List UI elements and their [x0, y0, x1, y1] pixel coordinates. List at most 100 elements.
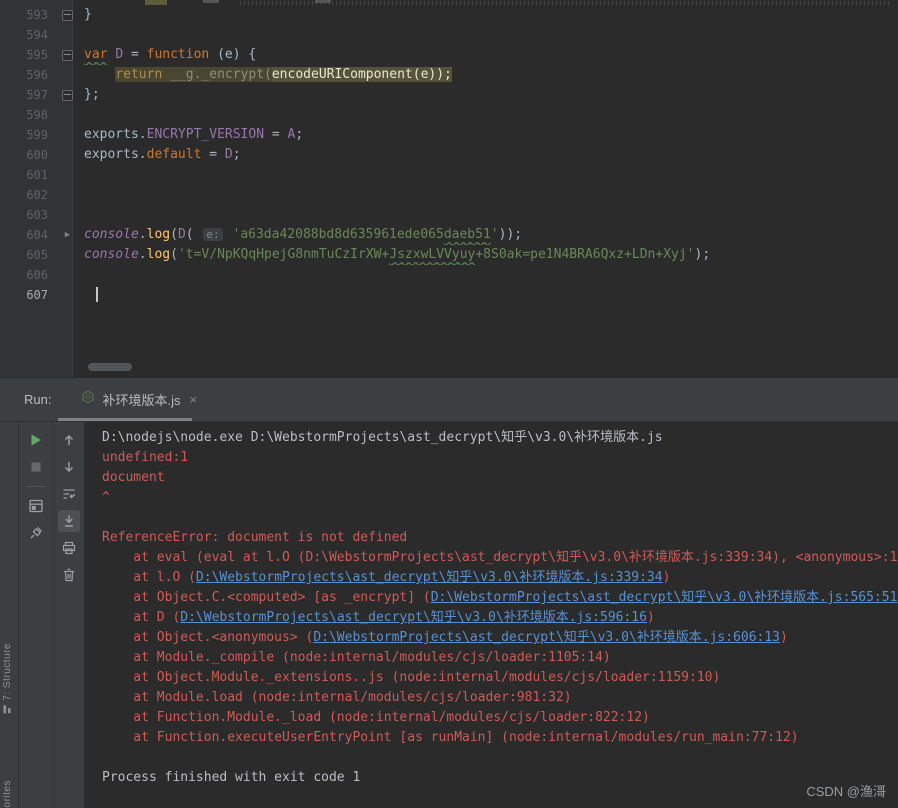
- editor-line[interactable]: 603: [0, 205, 898, 225]
- code-text[interactable]: [79, 185, 898, 205]
- code-text[interactable]: var D = function (e) {: [79, 45, 898, 65]
- run-line-marker-icon[interactable]: ▶: [65, 230, 70, 240]
- editor-line[interactable]: 599 exports.ENCRYPT_VERSION = A;: [0, 125, 898, 145]
- code-text[interactable]: [79, 265, 898, 285]
- editor-line[interactable]: 596 return __g._encrypt(encodeURICompone…: [0, 65, 898, 85]
- run-console[interactable]: D:\nodejs\node.exe D:\WebstormProjects\a…: [84, 422, 898, 808]
- editor-line[interactable]: 595 var D = function (e) {: [0, 45, 898, 65]
- code-text[interactable]: exports.ENCRYPT_VERSION = A;: [79, 125, 898, 145]
- line-number[interactable]: 596: [0, 65, 56, 85]
- line-number[interactable]: 593: [0, 5, 56, 25]
- fold-marker-icon[interactable]: [62, 89, 73, 101]
- favorites-label: Favorites: [2, 780, 13, 808]
- fold-marker-icon[interactable]: [62, 49, 73, 61]
- line-number[interactable]: 603: [0, 205, 56, 225]
- close-icon[interactable]: ×: [189, 392, 197, 407]
- line-number[interactable]: 607: [0, 285, 56, 305]
- editor-line[interactable]: 600 exports.default = D;: [0, 145, 898, 165]
- line-number[interactable]: 594: [0, 25, 56, 45]
- gutter-fold-area: [56, 265, 79, 285]
- code-text[interactable]: [79, 165, 898, 185]
- console-line: ReferenceError: document is not defined: [102, 528, 898, 548]
- console-text: document: [102, 470, 165, 485]
- up-stack-trace-button[interactable]: [58, 429, 80, 451]
- console-line: at Object.C.<computed> [as _encrypt] (D:…: [102, 588, 898, 608]
- soft-wrap-button[interactable]: [58, 483, 80, 505]
- restore-layout-button[interactable]: [25, 495, 47, 517]
- console-text: ^: [102, 490, 110, 505]
- down-stack-trace-button[interactable]: [58, 456, 80, 478]
- editor-top-remnant: [203, 0, 219, 3]
- sidebar-item-favorites[interactable]: Favorites: [2, 780, 13, 808]
- code-text[interactable]: };: [79, 85, 898, 105]
- code-text[interactable]: console.log('t=V/NpKQqHpejG8nmTuCzIrXW+J…: [79, 245, 898, 265]
- tool-window-bar: 7: Structure Favorites: [0, 422, 19, 808]
- toolbar-separator: [26, 486, 45, 487]
- run-tab-title: 补环境版本.js: [102, 393, 181, 408]
- line-number[interactable]: 601: [0, 165, 56, 185]
- editor-line[interactable]: 598: [0, 105, 898, 125]
- sidebar-item-structure[interactable]: 7: Structure: [2, 643, 13, 714]
- console-line: at Function.executeUserEntryPoint [as ru…: [102, 728, 898, 748]
- pin-button[interactable]: [25, 522, 47, 544]
- line-number[interactable]: 597: [0, 85, 56, 105]
- editor-line[interactable]: 597};: [0, 85, 898, 105]
- run-tab[interactable]: 补环境版本.js ×: [73, 378, 205, 421]
- line-number[interactable]: 595: [0, 45, 56, 65]
- code-text[interactable]: [79, 25, 898, 45]
- gutter-fold-area: [56, 125, 79, 145]
- structure-label: 7: Structure: [2, 643, 13, 701]
- console-text: at Function.executeUserEntryPoint [as ru…: [102, 730, 799, 745]
- print-button[interactable]: [58, 537, 80, 559]
- editor-line[interactable]: 601: [0, 165, 898, 185]
- rerun-button[interactable]: [25, 429, 47, 451]
- code-text[interactable]: [79, 205, 898, 225]
- stack-trace-link[interactable]: D:\WebstormProjects\ast_decrypt\知乎\v3.0\…: [313, 630, 780, 645]
- gutter-fold-area: [56, 245, 79, 265]
- code-editor[interactable]: 593} 594 595 var D = function (e) {596 retu…: [0, 0, 898, 377]
- stop-button[interactable]: [25, 456, 47, 478]
- editor-line[interactable]: 594: [0, 25, 898, 45]
- code-text[interactable]: console.log(D( e: 'a63da42088bd8d635961e…: [79, 225, 898, 245]
- line-number[interactable]: 599: [0, 125, 56, 145]
- gutter-fold-area: [56, 145, 79, 165]
- code-text[interactable]: exports.default = D;: [79, 145, 898, 165]
- gutter-fold-area: [56, 65, 79, 85]
- editor-line[interactable]: 593}: [0, 5, 898, 25]
- stack-trace-link[interactable]: D:\WebstormProjects\ast_decrypt\知乎\v3.0\…: [180, 610, 647, 625]
- line-number[interactable]: 606: [0, 265, 56, 285]
- console-text: at Object.<anonymous> (: [102, 630, 314, 645]
- line-number[interactable]: 605: [0, 245, 56, 265]
- stack-trace-link[interactable]: D:\WebstormProjects\ast_decrypt\知乎\v3.0\…: [431, 590, 898, 605]
- fold-marker-icon[interactable]: [62, 9, 73, 21]
- editor-line[interactable]: 602: [0, 185, 898, 205]
- nodejs-icon: [81, 390, 95, 409]
- code-text[interactable]: }: [79, 5, 898, 25]
- line-number[interactable]: 600: [0, 145, 56, 165]
- line-number[interactable]: 604: [0, 225, 56, 245]
- code-text[interactable]: return __g._encrypt(encodeURIComponent(e…: [79, 65, 898, 85]
- editor-line[interactable]: 607: [0, 285, 898, 305]
- console-text: at Module.load (node:internal/modules/cj…: [102, 690, 572, 705]
- code-text[interactable]: [79, 285, 898, 305]
- line-number[interactable]: 602: [0, 185, 56, 205]
- gutter-fold-area: [56, 5, 79, 25]
- gutter-fold-area: [56, 105, 79, 125]
- editor-line[interactable]: 604 ▶ console.log(D( e: 'a63da42088bd8d635…: [0, 225, 898, 245]
- horizontal-scrollbar[interactable]: [88, 363, 132, 371]
- code-text[interactable]: [79, 105, 898, 125]
- clear-all-button[interactable]: [58, 564, 80, 586]
- console-text: at l.O (: [102, 570, 196, 585]
- gutter-fold-area: [56, 85, 79, 105]
- editor-lines: 593} 594 595 var D = function (e) {596 retu…: [0, 5, 898, 305]
- console-line: ^: [102, 488, 898, 508]
- active-tab-underline: [58, 418, 192, 421]
- line-number[interactable]: 598: [0, 105, 56, 125]
- console-text: undefined:1: [102, 450, 189, 465]
- stack-trace-link[interactable]: D:\WebstormProjects\ast_decrypt\知乎\v3.0\…: [196, 570, 663, 585]
- editor-line[interactable]: 605 console.log('t=V/NpKQqHpejG8nmTuCzIrX…: [0, 245, 898, 265]
- editor-line[interactable]: 606: [0, 265, 898, 285]
- scroll-to-end-button[interactable]: [57, 510, 80, 532]
- gutter-fold-area: [56, 45, 79, 65]
